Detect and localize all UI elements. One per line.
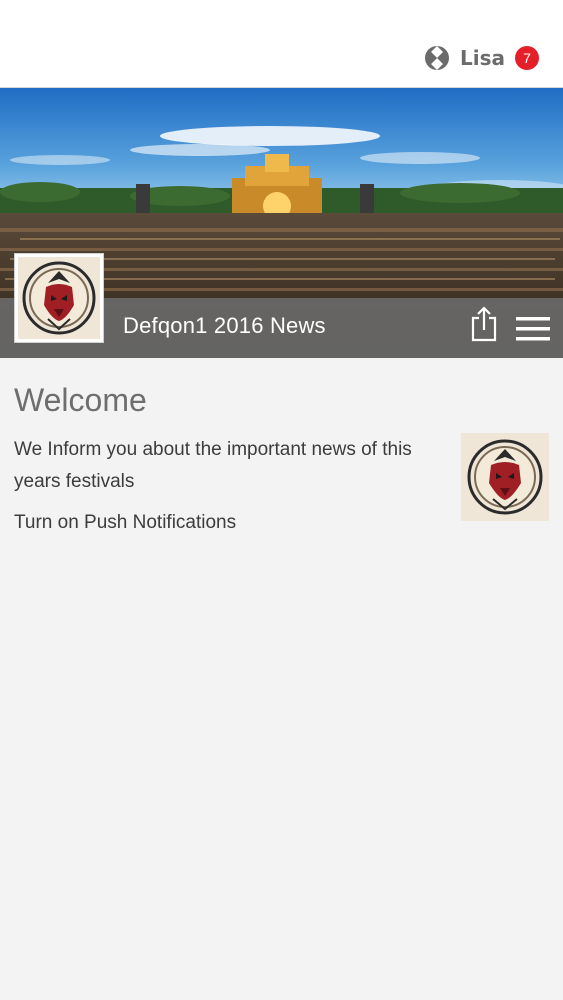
hamburger-menu-icon[interactable] — [516, 316, 550, 342]
share-icon[interactable] — [470, 306, 498, 342]
notification-badge[interactable]: 7 — [515, 46, 539, 70]
user-name[interactable]: Lisa — [460, 46, 505, 70]
welcome-heading: Welcome — [14, 382, 147, 418]
news-thumbnail-image[interactable] — [461, 433, 549, 521]
app-logo-icon — [425, 46, 449, 70]
channel-avatar — [14, 253, 104, 343]
push-notifications-link[interactable]: Turn on Push Notifications — [14, 512, 236, 534]
user-block[interactable]: Lisa 7 — [424, 42, 539, 74]
top-bar: Lisa 7 — [0, 0, 563, 88]
welcome-description: We Inform you about the important news o… — [14, 439, 412, 492]
defqon-logo-image — [18, 257, 100, 339]
channel-title: Defqon1 2016 News — [123, 313, 326, 338]
